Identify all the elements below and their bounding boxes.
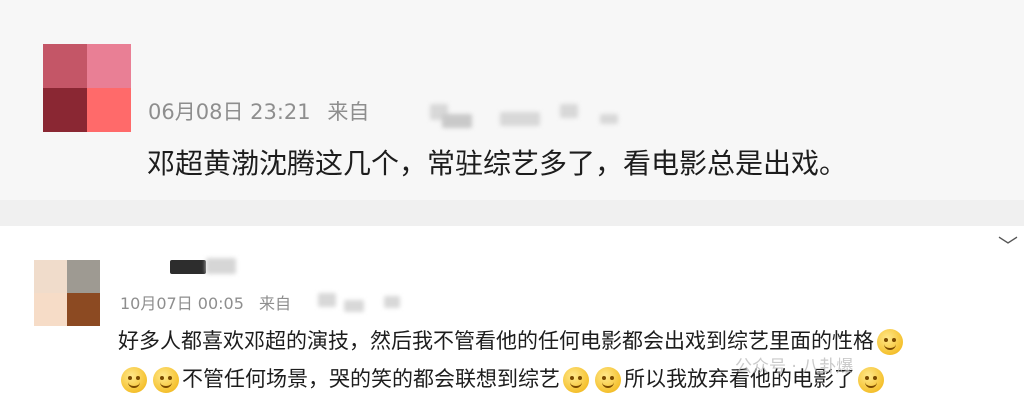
redacted-source xyxy=(442,114,472,128)
comment-source-label: 来自 xyxy=(327,100,370,124)
comment-text: 邓超黄渤沈腾这几个，常驻综艺多了，看电影总是出戏。 xyxy=(147,147,848,180)
avatar-tile xyxy=(67,293,100,326)
chevron-down-icon[interactable]: ﹀ xyxy=(998,230,1018,259)
comment-date: 10月07日 00:05 xyxy=(120,294,244,313)
comment-card-1: 06月08日 23:21 来自 邓超黄渤沈腾这几个，常驻综艺多了，看电影总是出戏… xyxy=(0,0,1024,200)
redacted-username xyxy=(170,260,206,274)
redacted-source xyxy=(384,296,400,308)
avatar-tile xyxy=(87,44,131,88)
smile-emoji-icon xyxy=(877,329,903,355)
avatar-tile xyxy=(34,293,67,326)
comment-source-label: 来自 xyxy=(259,294,292,313)
redacted-source xyxy=(500,112,540,126)
avatar-tile xyxy=(43,44,87,88)
smile-emoji-icon xyxy=(153,367,179,393)
avatar[interactable] xyxy=(34,260,100,326)
avatar-tile xyxy=(87,88,131,132)
comment-text-segment: 好多人都喜欢邓超的演技，然后我不管看他的任何电影都会出戏到综艺里面的性格 xyxy=(118,329,874,353)
comment-date: 06月08日 23:21 xyxy=(148,100,311,124)
avatar-tile xyxy=(43,88,87,132)
redacted-source xyxy=(560,104,578,118)
redacted-source xyxy=(600,114,618,124)
avatar-tile xyxy=(67,260,100,293)
redacted-username xyxy=(206,258,236,274)
comment-meta: 06月08日 23:21 来自 xyxy=(148,96,379,126)
avatar-tile xyxy=(34,260,67,293)
smile-emoji-icon xyxy=(121,367,147,393)
comment-text-segment: 不管任何场景，哭的笑的都会联想到综艺 xyxy=(182,367,560,391)
avatar[interactable] xyxy=(43,44,131,132)
comment-meta: 10月07日 00:05 来自 xyxy=(120,290,301,314)
redacted-source xyxy=(318,293,336,307)
redacted-source xyxy=(344,300,364,312)
smile-emoji-icon xyxy=(858,367,884,393)
smile-emoji-icon xyxy=(595,367,621,393)
smile-emoji-icon xyxy=(563,367,589,393)
divider xyxy=(0,200,1024,226)
watermark: 公众号 · 八卦爆 xyxy=(735,357,854,377)
